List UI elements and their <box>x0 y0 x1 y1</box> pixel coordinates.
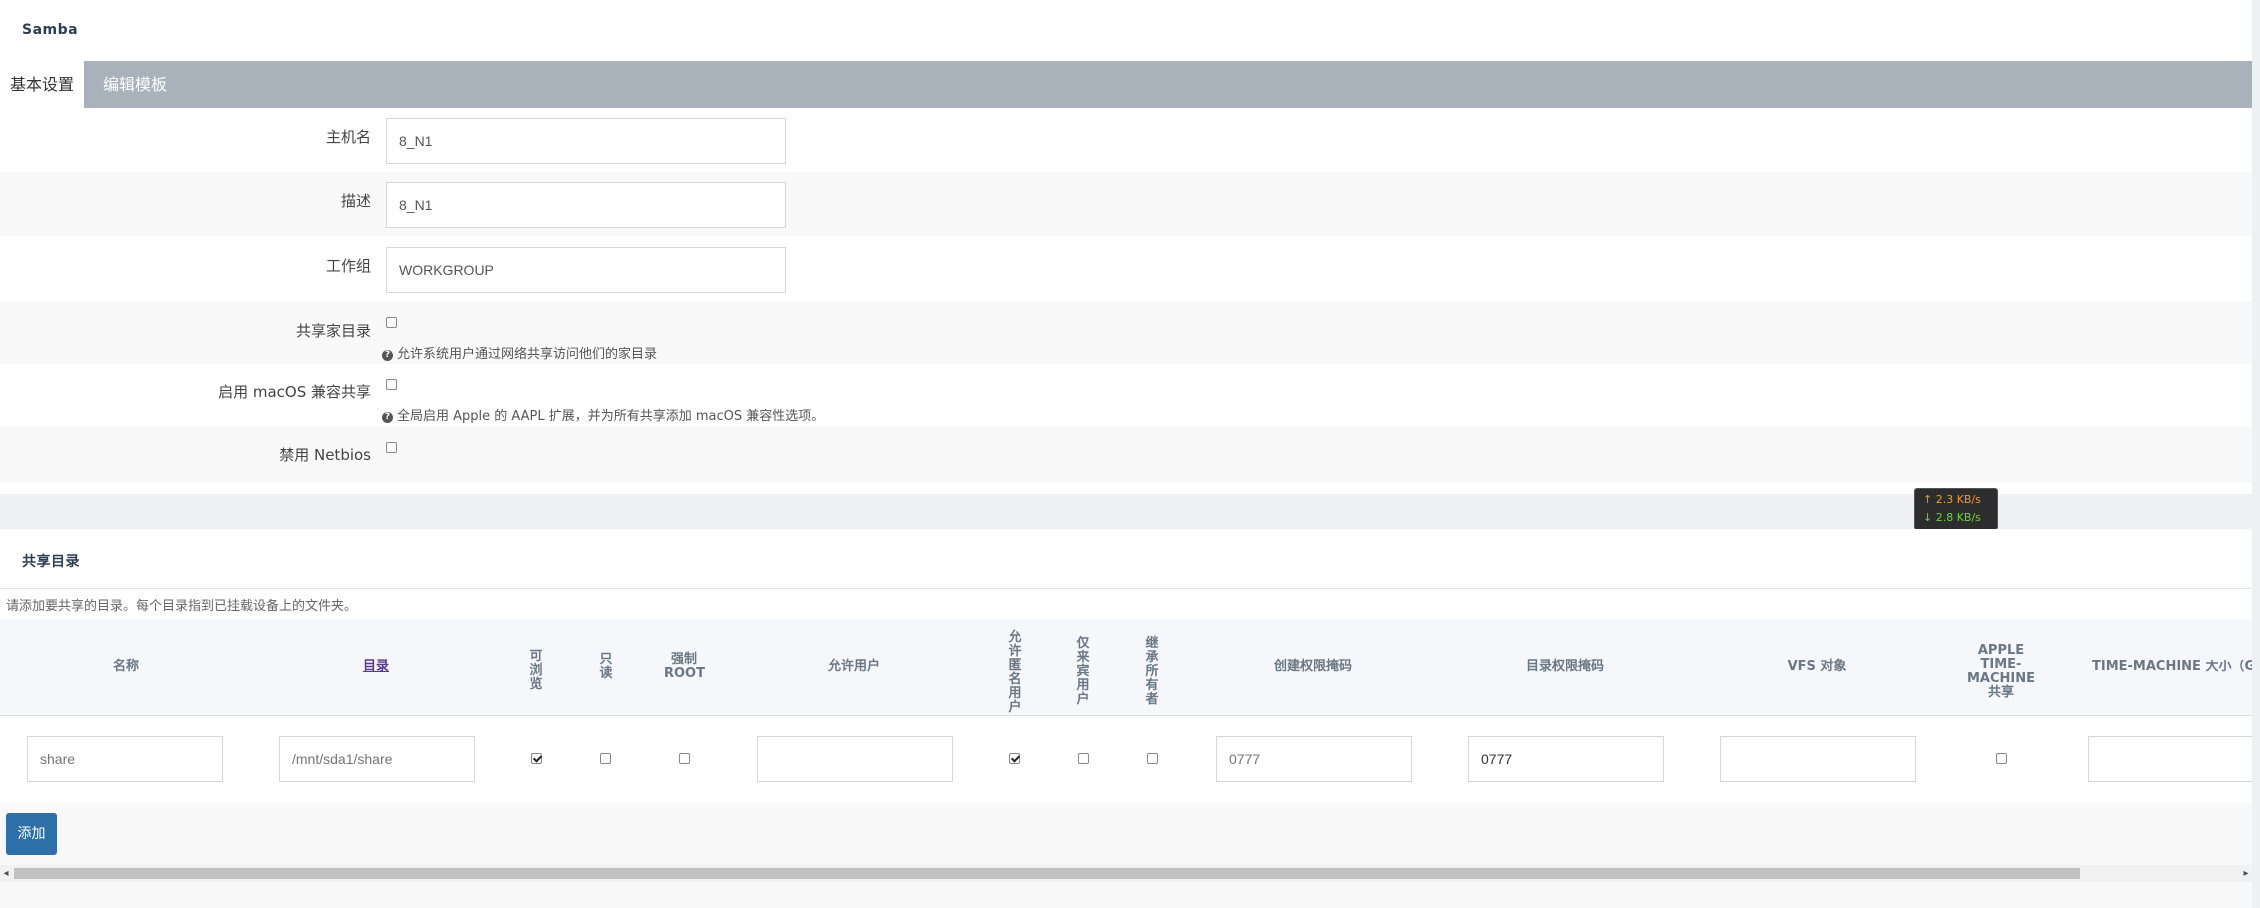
create-mask-input[interactable] <box>1216 736 1412 782</box>
col-readonly: 只读 <box>599 652 613 681</box>
workgroup-input[interactable]: WORKGROUP <box>386 247 786 293</box>
col-force-root: 强制ROOT <box>664 652 705 681</box>
share-name-input[interactable] <box>27 736 223 782</box>
col-guest-ok: 允许匿名用户 <box>1008 630 1022 715</box>
netbios-label: 禁用 Netbios <box>279 446 371 464</box>
netbios-checkbox[interactable] <box>386 442 397 453</box>
scroll-right-icon[interactable]: ▸ <box>2240 865 2252 882</box>
hostname-input[interactable]: 8_N1 <box>386 118 786 164</box>
shares-description: 请添加要共享的目录。每个目录指到已挂载设备上的文件夹。 <box>6 599 358 614</box>
browseable-checkbox[interactable] <box>531 753 542 764</box>
hostname-row: 主机名 8_N1 <box>0 108 2252 172</box>
share-homes-hint: ? 允许系统用户通过网络共享访问他们的家目录 <box>382 343 657 362</box>
readonly-checkbox[interactable] <box>600 753 611 764</box>
col-allowed-users: 允许用户 <box>827 659 880 674</box>
share-homes-label: 共享家目录 <box>295 322 371 340</box>
share-path-input[interactable] <box>279 736 475 782</box>
macos-checkbox[interactable] <box>386 379 397 390</box>
macos-row: 启用 macOS 兼容共享 ? 全局启用 Apple 的 AAPL 扩展，并为所有… <box>0 364 2252 426</box>
table-footer <box>0 803 2252 908</box>
help-icon: ? <box>382 412 393 423</box>
col-inherit-owner: 继承所有者 <box>1145 636 1159 707</box>
upload-speed: ↑ 2.3 KB/s <box>1923 493 1981 506</box>
vfs-objects-input[interactable] <box>1720 736 1916 782</box>
col-path[interactable]: 目录 <box>346 660 406 674</box>
tab-edit-template[interactable]: 编辑模板 <box>93 61 177 108</box>
col-create-mask: 创建权限掩码 <box>1273 659 1352 674</box>
table-header <box>0 619 2252 715</box>
col-browseable: 可浏览 <box>529 649 543 692</box>
workgroup-row: 工作组 WORKGROUP <box>0 236 2252 302</box>
basic-settings-panel: Samba 基本设置 编辑模板 主机名 8_N1 描述 8_N1 工作组 WOR… <box>0 0 2252 494</box>
guest-ok-checkbox[interactable] <box>1009 753 1020 764</box>
download-speed: ↓ 2.8 KB/s <box>1923 511 1981 524</box>
col-name: 名称 <box>112 659 139 674</box>
help-icon: ? <box>382 350 393 361</box>
col-vfs: VFS 对象 <box>1787 659 1847 674</box>
col-guest-only: 仅来宾用户 <box>1076 636 1090 707</box>
horizontal-scrollbar[interactable]: ◂ ▸ <box>0 865 2252 882</box>
inherit-owner-checkbox[interactable] <box>1147 753 1158 764</box>
divider <box>0 588 2252 589</box>
guest-only-checkbox[interactable] <box>1078 753 1089 764</box>
macos-hint: ? 全局启用 Apple 的 AAPL 扩展，并为所有共享添加 macOS 兼容性… <box>382 405 824 424</box>
shares-title: 共享目录 <box>22 554 80 570</box>
macos-label: 启用 macOS 兼容共享 <box>218 383 371 401</box>
share-homes-checkbox[interactable] <box>386 317 397 328</box>
panel-title: Samba <box>22 22 79 38</box>
apple-tm-checkbox[interactable] <box>1996 753 2007 764</box>
hostname-label: 主机名 <box>325 128 371 146</box>
shared-directories-panel: 共享目录 请添加要共享的目录。每个目录指到已挂载设备上的文件夹。 名称 目录 可… <box>0 529 2252 908</box>
scroll-thumb[interactable] <box>14 868 2080 879</box>
share-homes-row: 共享家目录 ? 允许系统用户通过网络共享访问他们的家目录 <box>0 302 2252 364</box>
add-share-button[interactable]: 添加 <box>6 813 57 855</box>
description-input[interactable]: 8_N1 <box>386 182 786 228</box>
col-dir-mask: 目录权限掩码 <box>1525 659 1604 674</box>
col-tm-size: TIME-MACHINE 大小（G <box>2092 660 2252 674</box>
tab-basic-settings[interactable]: 基本设置 <box>0 61 85 108</box>
dir-mask-input[interactable]: 0777 <box>1468 736 1664 782</box>
col-apple-tm: APPLE TIME-MACHINE 共享 <box>1966 643 2035 700</box>
description-row: 描述 8_N1 <box>0 172 2252 236</box>
netbios-row: 禁用 Netbios <box>0 426 2252 482</box>
tm-size-input[interactable] <box>2088 736 2252 782</box>
network-speed-widget: ↑ 2.3 KB/s ↓ 2.8 KB/s <box>1914 488 1998 530</box>
workgroup-label: 工作组 <box>325 257 371 275</box>
allowed-users-input[interactable] <box>757 736 953 782</box>
tab-bar: 基本设置 编辑模板 <box>0 61 2252 108</box>
description-label: 描述 <box>340 192 371 210</box>
share-homes-hint-text: 允许系统用户通过网络共享访问他们的家目录 <box>397 347 658 362</box>
macos-hint-text: 全局启用 Apple 的 AAPL 扩展，并为所有共享添加 macOS 兼容性选… <box>397 409 825 424</box>
scroll-left-icon[interactable]: ◂ <box>0 865 12 882</box>
force-root-checkbox[interactable] <box>679 753 690 764</box>
